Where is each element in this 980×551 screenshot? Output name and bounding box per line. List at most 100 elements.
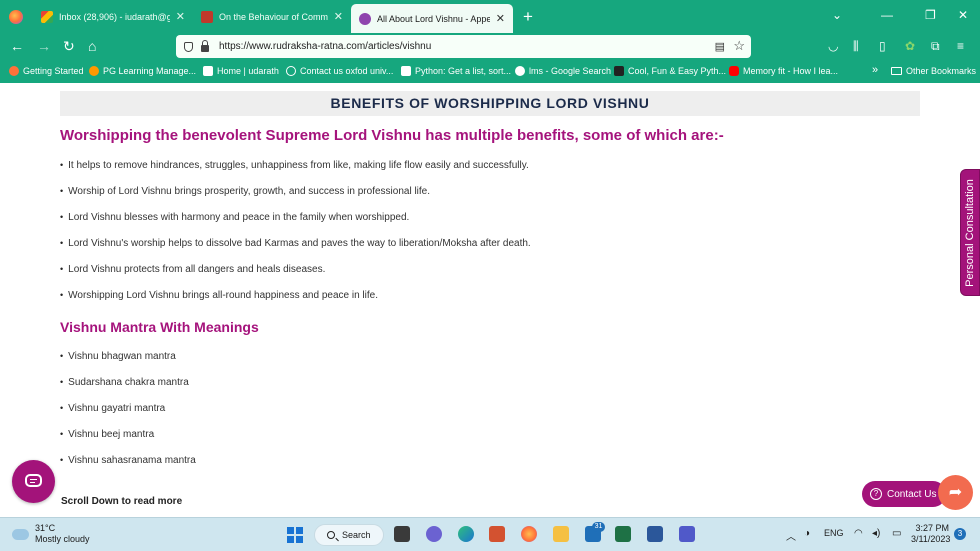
volume-icon[interactable]: ◂) — [872, 528, 880, 539]
teams-icon[interactable] — [679, 526, 695, 542]
notification-badge[interactable]: 3 — [954, 528, 966, 540]
search-label: Search — [342, 530, 371, 540]
bookmark-label: Memory fit - How I lea... — [743, 66, 839, 76]
wix-icon — [203, 66, 213, 76]
bookmark-star-icon[interactable]: ☆ — [733, 38, 745, 54]
excel-icon[interactable] — [615, 526, 631, 542]
close-icon[interactable]: ✕ — [334, 10, 343, 23]
new-tab-button[interactable]: + — [523, 7, 533, 27]
battery-icon[interactable]: ▭ — [892, 528, 901, 539]
forward-icon[interactable]: → — [37, 38, 51, 54]
other-bookmarks-label: Other Bookmarks — [906, 66, 977, 76]
bookmark-label: lms - Google Search — [529, 66, 612, 76]
chat-button[interactable] — [12, 460, 55, 503]
taskbar-search[interactable]: Search — [314, 524, 384, 546]
tab-commodity[interactable]: On the Behaviour of Commodi ✕ — [193, 0, 351, 33]
document-icon — [201, 10, 213, 23]
wifi-icon[interactable]: ◠ — [854, 528, 863, 539]
web-page: BENEFITS OF WORSHIPPING LORD VISHNU Wors… — [0, 83, 980, 517]
list-item: Lord Vishnu's worship helps to dissolve … — [60, 230, 531, 256]
close-icon[interactable]: ✕ — [176, 10, 185, 23]
bookmark-pg-learning[interactable]: PG Learning Manage... — [89, 66, 196, 76]
menu-icon[interactable]: ≡ — [957, 39, 964, 53]
windows-taskbar: 31°C Mostly cloudy Search 31 ︿ ◑ ENG ◠ ◂… — [0, 517, 980, 551]
question-icon: ? — [870, 488, 882, 500]
search-icon — [327, 531, 335, 539]
list-item: Vishnu gayatri mantra — [60, 395, 196, 421]
contact-us-button[interactable]: ? Contact Us — [862, 481, 946, 507]
list-item: Lord Vishnu blesses with harmony and pea… — [60, 204, 531, 230]
bookmark-label: Contact us oxfod univ... — [300, 66, 394, 76]
home-icon[interactable]: ⌂ — [88, 38, 96, 54]
weather-widget[interactable]: 31°C Mostly cloudy — [10, 523, 90, 545]
tab-vishnu[interactable]: All About Lord Vishnu - Appear ✕ — [351, 4, 513, 33]
personal-consultation-tab[interactable]: Personal Consultation — [960, 169, 980, 296]
bookmark-label: PG Learning Manage... — [103, 66, 197, 76]
edge-icon[interactable] — [458, 526, 474, 542]
task-view-icon[interactable] — [394, 526, 410, 542]
clock-time: 3:27 PM — [915, 523, 949, 533]
bookmark-home-udarath[interactable]: Home | udarath — [203, 66, 279, 76]
list-item: Vishnu sahasranama mantra — [60, 447, 196, 473]
extension-icon[interactable]: ✿ — [905, 39, 915, 53]
list-item: Worshipping Lord Vishnu brings all-round… — [60, 282, 531, 308]
system-clock[interactable]: 3:27 PM 3/11/2023 — [911, 523, 950, 545]
mantra-heading: Vishnu Mantra With Meanings — [60, 319, 259, 335]
close-icon[interactable]: ✕ — [496, 12, 505, 25]
share-arrow-button[interactable]: ➦ — [938, 475, 973, 510]
benefits-intro-heading: Worshipping the benevolent Supreme Lord … — [60, 127, 724, 144]
back-icon[interactable]: ← — [10, 38, 24, 54]
start-button-windows-icon[interactable] — [287, 527, 303, 543]
firefox-taskbar-icon[interactable] — [521, 526, 537, 542]
contact-label: Contact Us — [887, 488, 937, 500]
reader-view-icon[interactable]: ▤ — [715, 40, 725, 53]
mantra-list: Vishnu bhagwan mantra Sudarshana chakra … — [60, 343, 196, 473]
gmail-icon — [41, 10, 53, 23]
show-hidden-icons-chevron-icon[interactable]: ︿ — [786, 528, 796, 543]
shield-icon[interactable] — [184, 41, 193, 52]
bookmark-lms-google[interactable]: lms - Google Search — [515, 66, 611, 76]
list-item: Worship of Lord Vishnu brings prosperity… — [60, 178, 531, 204]
lock-icon[interactable] — [201, 39, 209, 52]
w3-icon — [401, 66, 411, 76]
file-explorer-icon[interactable] — [553, 526, 569, 542]
minimize-icon[interactable]: — — [881, 8, 893, 22]
benefits-list: It helps to remove hindrances, struggles… — [60, 152, 531, 308]
chat-icon — [25, 474, 42, 487]
list-item: Lord Vishnu protects from all dangers an… — [60, 256, 531, 282]
teams-chat-icon[interactable] — [426, 526, 442, 542]
language-indicator[interactable]: ENG — [824, 528, 844, 538]
list-all-tabs-icon[interactable]: ⌄ — [832, 8, 842, 22]
pocket-icon[interactable]: ◡ — [828, 39, 838, 53]
reload-icon[interactable]: ↻ — [63, 38, 75, 54]
firefox-icon[interactable] — [9, 9, 23, 24]
library-icon[interactable]: ⫼ — [853, 39, 859, 54]
bookmark-cool-python[interactable]: Cool, Fun & Easy Pyth... — [614, 66, 726, 76]
powerpoint-icon[interactable] — [489, 526, 505, 542]
bookmark-python-list[interactable]: Python: Get a list, sort... — [401, 66, 511, 76]
window-close-icon[interactable]: ✕ — [958, 8, 968, 22]
url-text[interactable]: https://www.rudraksha-ratna.com/articles… — [219, 41, 431, 52]
bookmark-getting-started[interactable]: Getting Started — [9, 66, 84, 76]
navigation-bar: ← → ↻ ⌂ https://www.rudraksha-ratna.com/… — [0, 33, 980, 60]
bookmark-memory-fit[interactable]: Memory fit - How I lea... — [729, 66, 838, 76]
page-heading: BENEFITS OF WORSHIPPING LORD VISHNU — [60, 91, 920, 116]
word-icon[interactable] — [647, 526, 663, 542]
network-status-icon[interactable]: ◑ — [804, 528, 810, 539]
weather-condition: Mostly cloudy — [35, 534, 90, 544]
firefox-icon — [9, 66, 19, 76]
more-bookmarks-chevron-icon[interactable]: » — [872, 64, 878, 76]
other-bookmarks[interactable]: Other Bookmarks — [891, 66, 976, 76]
bookmark-contact-oxford[interactable]: Contact us oxfod univ... — [286, 66, 393, 76]
restore-icon[interactable]: ❐ — [925, 8, 936, 22]
address-bar[interactable]: https://www.rudraksha-ratna.com/articles… — [176, 35, 751, 58]
google-icon — [515, 66, 525, 76]
sidebar-icon[interactable]: ▯ — [879, 39, 886, 53]
bookmark-label: Home | udarath — [217, 66, 279, 76]
bookmark-label: Cool, Fun & Easy Pyth... — [628, 66, 727, 76]
mail-badge: 31 — [592, 522, 605, 532]
extensions-puzzle-icon[interactable]: ⧉ — [931, 39, 940, 54]
cloud-sun-icon — [10, 524, 29, 540]
tab-strip: Inbox (28,906) - iudarath@gmai ✕ On the … — [0, 0, 980, 33]
tab-gmail[interactable]: Inbox (28,906) - iudarath@gmai ✕ — [33, 0, 193, 33]
